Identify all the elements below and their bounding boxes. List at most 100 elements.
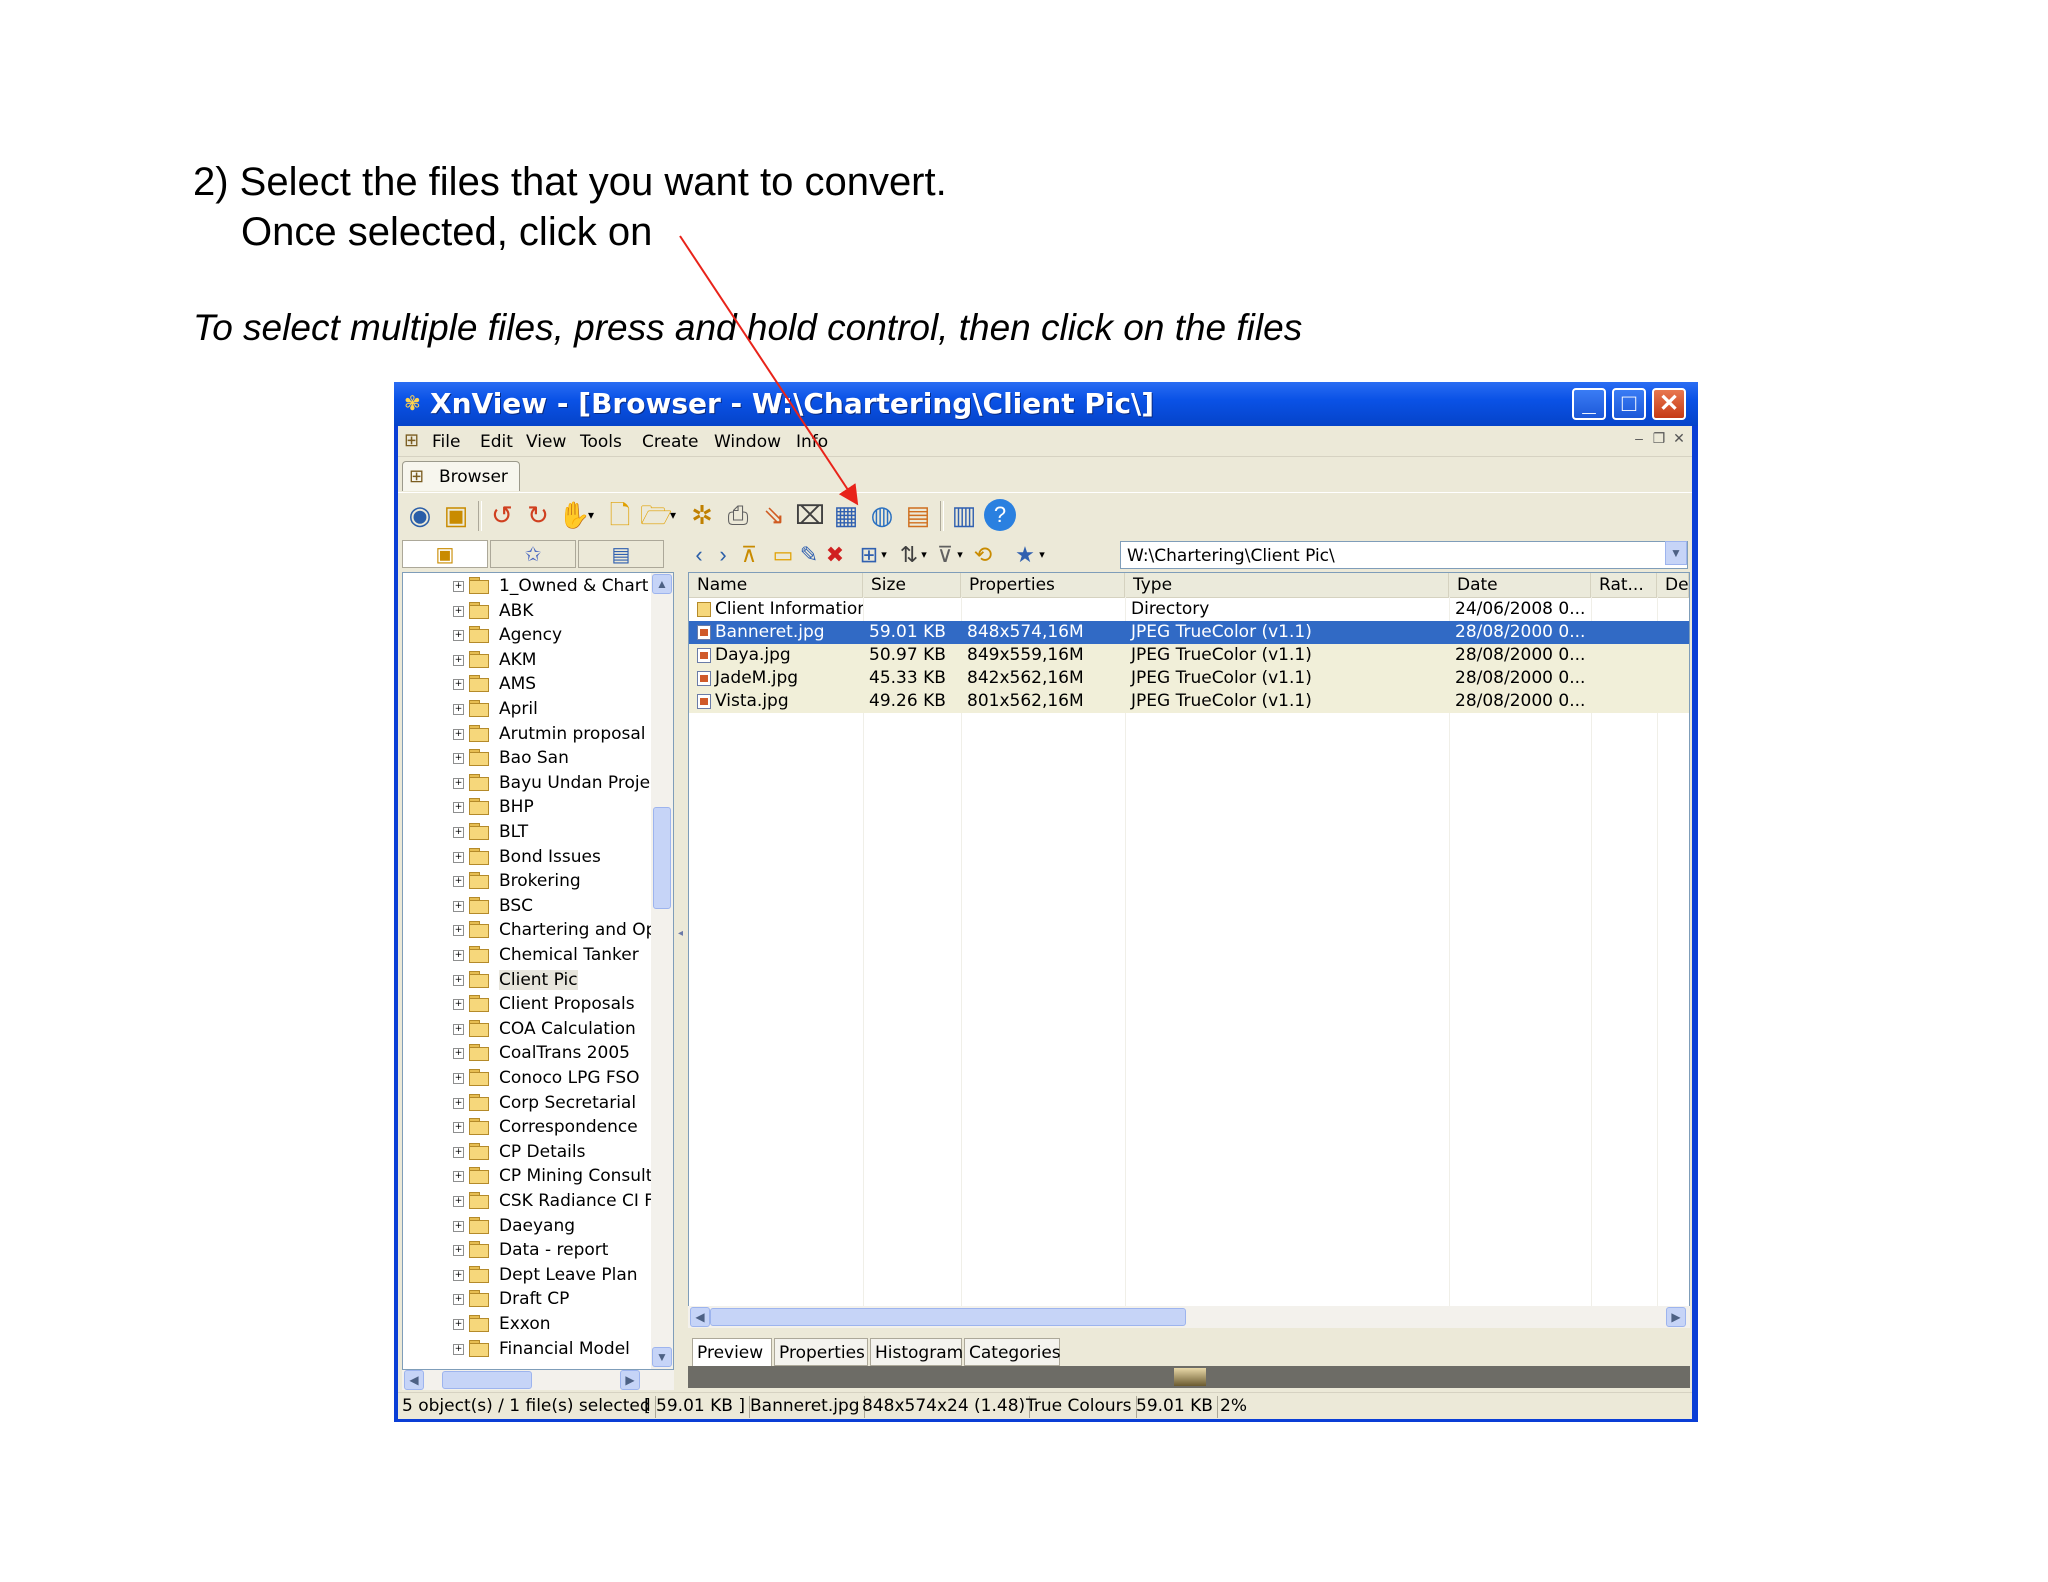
new-folder-icon[interactable]: ▭ xyxy=(770,542,796,568)
tree-item[interactable]: + ABK xyxy=(403,600,653,624)
menu-file[interactable]: File xyxy=(432,432,460,452)
expand-icon[interactable]: + xyxy=(453,581,464,592)
folders-tab-icon[interactable]: ▣ xyxy=(402,540,488,568)
expand-icon[interactable]: + xyxy=(453,630,464,642)
contact-sheet-icon[interactable]: ▤ xyxy=(902,499,934,531)
back-arrow-icon[interactable]: ‹ xyxy=(686,542,712,568)
categories-tab-icon[interactable]: ▤ xyxy=(578,540,664,568)
tree-hscroll-thumb[interactable] xyxy=(442,1371,532,1389)
menu-view[interactable]: View xyxy=(526,432,566,452)
tree-item[interactable]: + Bond Issues xyxy=(403,846,653,870)
column-name[interactable]: Name xyxy=(689,573,863,597)
tree-item[interactable]: + AKM xyxy=(403,649,653,673)
maximize-button[interactable]: □ xyxy=(1612,388,1646,420)
expand-icon[interactable]: + xyxy=(453,900,464,912)
pane-splitter[interactable]: ◂ xyxy=(676,540,686,1388)
tree-item[interactable]: + Chemical Tanker xyxy=(403,944,653,968)
expand-icon[interactable]: + xyxy=(453,974,464,986)
column-rating[interactable]: Rat... xyxy=(1591,573,1657,597)
expand-icon[interactable]: + xyxy=(453,1220,464,1232)
title-bar[interactable]: ✾ XnView - [Browser - W:\Chartering\Clie… xyxy=(394,382,1698,426)
dropdown-arrow-icon[interactable]: ▾ xyxy=(584,499,598,531)
expand-icon[interactable]: + xyxy=(453,753,464,765)
expand-icon[interactable]: + xyxy=(453,950,464,961)
tree-item[interactable]: + BHP xyxy=(403,796,653,820)
tab-browser[interactable]: ⊞ Browser xyxy=(402,461,520,491)
tree-item[interactable]: + Dept Leave Plan xyxy=(403,1264,653,1288)
favorites-tab-icon[interactable]: ✩ xyxy=(490,540,576,568)
expand-icon[interactable]: + xyxy=(453,1171,464,1183)
tree-item[interactable]: + CSK Radiance CI F xyxy=(403,1190,654,1214)
table-row[interactable]: JadeM.jpg 45.33 KB 842x562,16M JPEG TrueCol… xyxy=(689,667,1689,690)
scroll-right-icon[interactable]: ▶ xyxy=(620,1370,640,1390)
delete-icon[interactable]: ✖ xyxy=(822,542,848,568)
column-date[interactable]: Date xyxy=(1449,573,1591,597)
tree-item[interactable]: + Arutmin proposal xyxy=(403,723,653,747)
dropdown-arrow-icon[interactable]: ▾ xyxy=(918,542,930,568)
rotate-left-icon[interactable]: ↺ xyxy=(486,499,518,531)
tab-categories[interactable]: Categories xyxy=(964,1338,1061,1366)
expand-icon[interactable]: + xyxy=(453,1073,464,1084)
expand-icon[interactable]: + xyxy=(453,1319,464,1330)
scroll-left-icon[interactable]: ◀ xyxy=(690,1307,710,1327)
tab-properties[interactable]: Properties xyxy=(774,1338,868,1366)
expand-icon[interactable]: + xyxy=(453,1196,464,1207)
tree-item[interactable]: + BSC xyxy=(403,895,653,919)
tree-item[interactable]: + Bayu Undan Proje xyxy=(403,772,653,796)
file-list-hscroll-thumb[interactable] xyxy=(710,1308,1186,1326)
scroll-left-icon[interactable]: ◀ xyxy=(404,1370,424,1390)
file-list-horizontal-scrollbar[interactable]: ◀ ▶ xyxy=(688,1306,1690,1328)
settings-icon[interactable]: ✲ xyxy=(686,499,718,531)
scroll-down-icon[interactable]: ▼ xyxy=(652,1347,672,1367)
expand-icon[interactable]: + xyxy=(453,802,464,814)
dropdown-arrow-icon[interactable]: ▾ xyxy=(1036,542,1048,568)
tree-item[interactable]: + Exxon xyxy=(403,1313,653,1337)
options-icon[interactable]: ▥ xyxy=(948,499,980,531)
tree-item[interactable]: + Data - report xyxy=(403,1239,653,1263)
tree-item[interactable]: + Client Pic xyxy=(403,969,653,993)
convert-icon[interactable]: ⇘ xyxy=(758,499,790,531)
table-row[interactable]: Client Information Directory 24/06/2008 0.… xyxy=(689,598,1689,621)
mdi-minimize-icon[interactable]: – xyxy=(1630,430,1648,448)
tree-item[interactable]: + Daeyang xyxy=(403,1215,653,1239)
close-button[interactable]: ✕ xyxy=(1652,388,1686,420)
tree-item[interactable]: + COA Calculation xyxy=(403,1018,653,1042)
tree-item[interactable]: + Conoco LPG FSO xyxy=(403,1067,653,1091)
expand-icon[interactable]: + xyxy=(453,925,464,937)
expand-icon[interactable]: + xyxy=(453,1245,464,1257)
address-input[interactable]: W:\Chartering\Client Pic\ xyxy=(1120,541,1688,569)
tree-item[interactable]: + Bao San xyxy=(403,747,653,771)
expand-icon[interactable]: + xyxy=(453,851,464,863)
column-type[interactable]: Type xyxy=(1125,573,1449,597)
expand-icon[interactable]: + xyxy=(453,1269,464,1281)
menu-tools[interactable]: Tools xyxy=(580,432,622,452)
tree-item[interactable]: + Chartering and Op xyxy=(403,919,656,943)
help-icon[interactable]: ? xyxy=(984,499,1016,531)
tab-histogram[interactable]: Histogram xyxy=(870,1338,963,1366)
expand-icon[interactable]: + xyxy=(453,605,464,617)
expand-icon[interactable]: + xyxy=(453,704,464,715)
tree-item[interactable]: + Correspondence xyxy=(403,1116,653,1140)
tree-item[interactable]: + CoalTrans 2005 xyxy=(403,1042,653,1066)
forward-arrow-icon[interactable]: › xyxy=(710,542,736,568)
tree-item[interactable]: + Client Proposals xyxy=(403,993,653,1017)
slideshow-icon[interactable]: ▦ xyxy=(830,499,862,531)
expand-icon[interactable]: + xyxy=(453,777,464,789)
menu-edit[interactable]: Edit xyxy=(480,432,513,452)
dropdown-arrow-icon[interactable]: ▾ xyxy=(878,542,890,568)
expand-icon[interactable]: + xyxy=(453,1146,464,1158)
menu-create[interactable]: Create xyxy=(642,432,699,452)
expand-icon[interactable]: + xyxy=(453,728,464,740)
column-description[interactable]: Des xyxy=(1657,573,1689,597)
expand-icon[interactable]: + xyxy=(453,679,464,691)
rename-pencil-icon[interactable]: ✎ xyxy=(796,542,822,568)
camera-icon[interactable]: ⌧ xyxy=(794,499,826,531)
table-row[interactable]: Banneret.jpg 59.01 KB 848x574,16M JPEG True… xyxy=(689,621,1689,644)
tree-item[interactable]: + BLT xyxy=(403,821,653,845)
expand-icon[interactable]: + xyxy=(453,1294,464,1306)
web-icon[interactable]: ◍ xyxy=(866,499,898,531)
scroll-right-icon[interactable]: ▶ xyxy=(1666,1307,1686,1327)
tree-item[interactable]: +1_Owned & Chart xyxy=(403,575,653,599)
tree-item[interactable]: + AMS xyxy=(403,673,653,697)
column-size[interactable]: Size xyxy=(863,573,961,597)
